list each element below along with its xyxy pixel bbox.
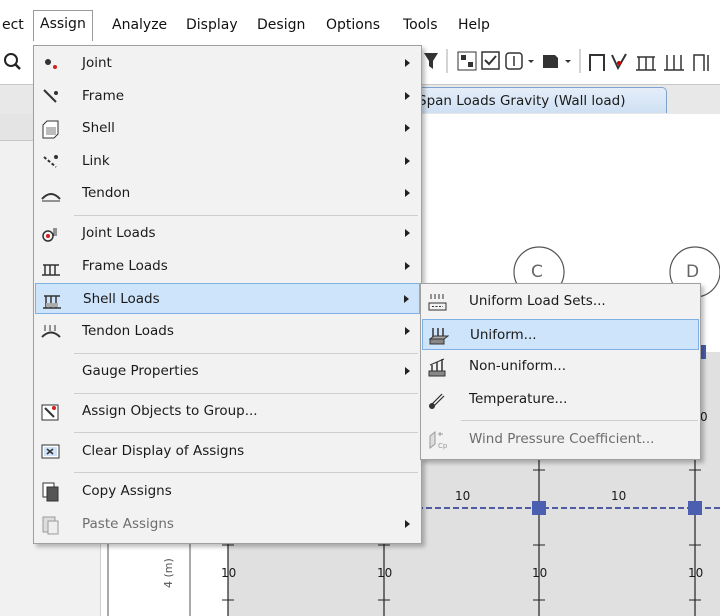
edge-label: 0 (700, 410, 708, 424)
menu-item-temperature[interactable]: Temperature... (422, 384, 699, 415)
joint-loads-icon (42, 228, 57, 242)
frame-icon (43, 89, 58, 103)
menu-item-uniform-load-sets[interactable]: Uniform Load Sets... (422, 286, 699, 317)
span-label: 10 (611, 489, 627, 503)
menu-separator (74, 393, 418, 394)
menu-separator (74, 472, 418, 473)
uniform-load-icon (429, 328, 449, 345)
menu-item-link[interactable]: Link (35, 146, 420, 177)
menu-item-frame-loads[interactable]: Frame Loads (35, 251, 420, 282)
shell-icon (42, 120, 59, 139)
menu-item-clear-display-of-assigns[interactable]: Clear Display of Assigns (35, 436, 420, 467)
submenu-arrow-icon (405, 157, 410, 165)
menu-item-paste-assigns[interactable]: Paste Assigns (35, 509, 420, 540)
joint-icon (45, 59, 57, 69)
svg-text:Cp: Cp (438, 442, 448, 450)
wind-pressure-icon: Cp (429, 430, 448, 450)
menu-separator (74, 432, 418, 433)
frame-label: 10 (688, 566, 704, 580)
menu-separator (74, 215, 418, 216)
copy-icon (42, 482, 59, 502)
submenu-arrow-icon (405, 262, 410, 270)
grid-bubble-d-label: D (686, 262, 700, 282)
node-d[interactable] (688, 501, 702, 515)
menu-item-wind-pressure-coefficient[interactable]: Cp Wind Pressure Coefficient... (422, 424, 699, 455)
menu-item-joint-loads[interactable]: Joint Loads (35, 218, 420, 249)
dimension-label: 4 (m) (162, 558, 175, 588)
submenu-arrow-icon (405, 367, 410, 375)
submenu-arrow-icon (405, 92, 410, 100)
uniform-load-sets-icon (428, 294, 447, 311)
menu-item-frame[interactable]: Frame (35, 81, 420, 112)
menu-item-tendon[interactable]: Tendon (35, 178, 420, 209)
frame-label: 10 (532, 566, 548, 580)
paste-icon (42, 516, 59, 535)
submenu-arrow-icon (404, 295, 409, 303)
submenu-arrow-icon (405, 124, 410, 132)
submenu-arrow-icon (405, 189, 410, 197)
group-icon (41, 404, 59, 421)
menu-separator (74, 353, 418, 354)
grid-bubble-c-label: C (531, 262, 543, 282)
menu-separator (461, 420, 698, 421)
shell-loads-submenu: Uniform Load Sets... Uniform... Non-unif… (420, 283, 701, 460)
frame-label: 10 (221, 566, 237, 580)
menu-item-tendon-loads[interactable]: Tendon Loads (35, 316, 420, 347)
submenu-arrow-icon (405, 327, 410, 335)
node-c[interactable] (532, 501, 546, 515)
temperature-icon (429, 393, 445, 409)
clear-display-icon (41, 444, 60, 459)
menu-item-gauge-properties[interactable]: Gauge Properties (35, 356, 420, 387)
menu-item-joint[interactable]: Joint (35, 48, 420, 79)
assign-menu: Joint Frame Shell Link Tendon Joint Load… (33, 45, 422, 544)
tendon-icon (41, 193, 61, 202)
frame-label: 10 (377, 566, 393, 580)
span-label: 10 (455, 489, 471, 503)
menu-item-assign-objects-to-group[interactable]: Assign Objects to Group... (35, 396, 420, 427)
tendon-loads-icon (41, 325, 61, 338)
menu-item-copy-assigns[interactable]: Copy Assigns (35, 476, 420, 507)
submenu-arrow-icon (405, 520, 410, 528)
menu-item-non-uniform[interactable]: Non-uniform... (422, 351, 699, 382)
shell-loads-icon (43, 295, 61, 309)
menu-item-uniform[interactable]: Uniform... (422, 319, 699, 350)
menu-item-shell-loads[interactable]: Shell Loads (35, 283, 420, 314)
submenu-arrow-icon (405, 229, 410, 237)
menu-item-shell[interactable]: Shell (35, 113, 420, 144)
link-icon (43, 155, 58, 168)
submenu-arrow-icon (405, 59, 410, 67)
non-uniform-load-icon (428, 358, 446, 377)
frame-loads-icon (42, 264, 60, 276)
